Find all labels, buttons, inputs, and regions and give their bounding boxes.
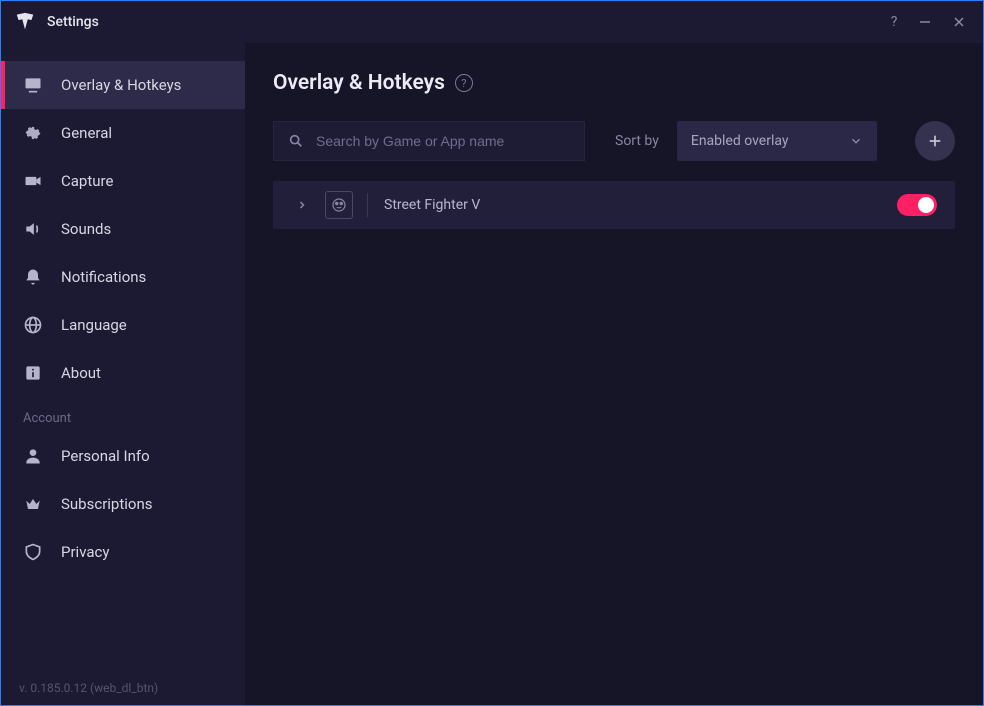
help-icon[interactable]: ?: [455, 74, 473, 92]
sort-select[interactable]: Enabled overlay: [677, 121, 877, 161]
settings-window: Settings ? Overlay & Hotkeys: [0, 0, 984, 706]
help-button[interactable]: ?: [885, 14, 903, 30]
globe-icon: [23, 315, 43, 335]
chevron-down-icon: [849, 134, 863, 148]
divider: [367, 193, 368, 217]
sidebar-item-general[interactable]: General: [1, 109, 245, 157]
sidebar-item-notifications[interactable]: Notifications: [1, 253, 245, 301]
game-icon: [325, 191, 353, 219]
minimize-button[interactable]: [919, 16, 937, 28]
chevron-right-icon[interactable]: [295, 199, 309, 211]
monitor-icon: [23, 75, 43, 95]
sort-select-value: Enabled overlay: [691, 133, 789, 149]
sidebar-item-personal-info[interactable]: Personal Info: [1, 432, 245, 480]
game-row[interactable]: Street Fighter V: [273, 181, 955, 229]
sidebar-item-overlay-hotkeys[interactable]: Overlay & Hotkeys: [1, 61, 245, 109]
sidebar-item-label: Sounds: [61, 220, 111, 238]
titlebar: Settings ?: [1, 1, 983, 43]
speaker-icon: [23, 219, 43, 239]
camera-icon: [23, 171, 43, 191]
game-name: Street Fighter V: [384, 197, 881, 213]
sidebar-item-label: Capture: [61, 172, 113, 190]
sidebar: Overlay & Hotkeys General Capture Sounds: [1, 43, 245, 705]
sidebar-item-label: Notifications: [61, 268, 146, 286]
sidebar-item-label: Personal Info: [61, 447, 150, 465]
gear-icon: [23, 123, 43, 143]
sort-by-label: Sort by: [615, 133, 659, 149]
version-label: v. 0.185.0.12 (web_dl_btn): [19, 681, 158, 695]
info-icon: [23, 363, 43, 383]
sidebar-item-subscriptions[interactable]: Subscriptions: [1, 480, 245, 528]
page-title-row: Overlay & Hotkeys ?: [273, 71, 955, 95]
bell-icon: [23, 267, 43, 287]
sidebar-item-label: Subscriptions: [61, 495, 152, 513]
crown-icon: [23, 494, 43, 514]
sidebar-item-capture[interactable]: Capture: [1, 157, 245, 205]
sidebar-item-label: General: [61, 124, 112, 142]
sidebar-item-sounds[interactable]: Sounds: [1, 205, 245, 253]
sidebar-item-label: About: [61, 364, 101, 382]
app-logo-icon: [13, 10, 37, 34]
toolbar: Sort by Enabled overlay: [273, 121, 955, 161]
window-title: Settings: [47, 14, 885, 30]
shield-icon: [23, 542, 43, 562]
overlay-toggle[interactable]: [897, 194, 937, 216]
sidebar-item-about[interactable]: About: [1, 349, 245, 397]
sidebar-item-language[interactable]: Language: [1, 301, 245, 349]
page-title: Overlay & Hotkeys: [273, 71, 445, 95]
close-button[interactable]: [953, 16, 971, 28]
search-box[interactable]: [273, 121, 585, 161]
main-content: Overlay & Hotkeys ? Sort by Enabled over…: [245, 43, 983, 705]
sidebar-item-label: Privacy: [61, 543, 109, 561]
sidebar-item-label: Overlay & Hotkeys: [61, 76, 181, 94]
search-input[interactable]: [316, 133, 570, 149]
sidebar-item-label: Language: [61, 316, 127, 334]
sidebar-section-account: Account: [1, 397, 245, 432]
search-icon: [288, 133, 304, 149]
add-button[interactable]: [915, 121, 955, 161]
person-icon: [23, 446, 43, 466]
window-body: Overlay & Hotkeys General Capture Sounds: [1, 43, 983, 705]
window-controls: ?: [885, 14, 971, 30]
sidebar-item-privacy[interactable]: Privacy: [1, 528, 245, 576]
